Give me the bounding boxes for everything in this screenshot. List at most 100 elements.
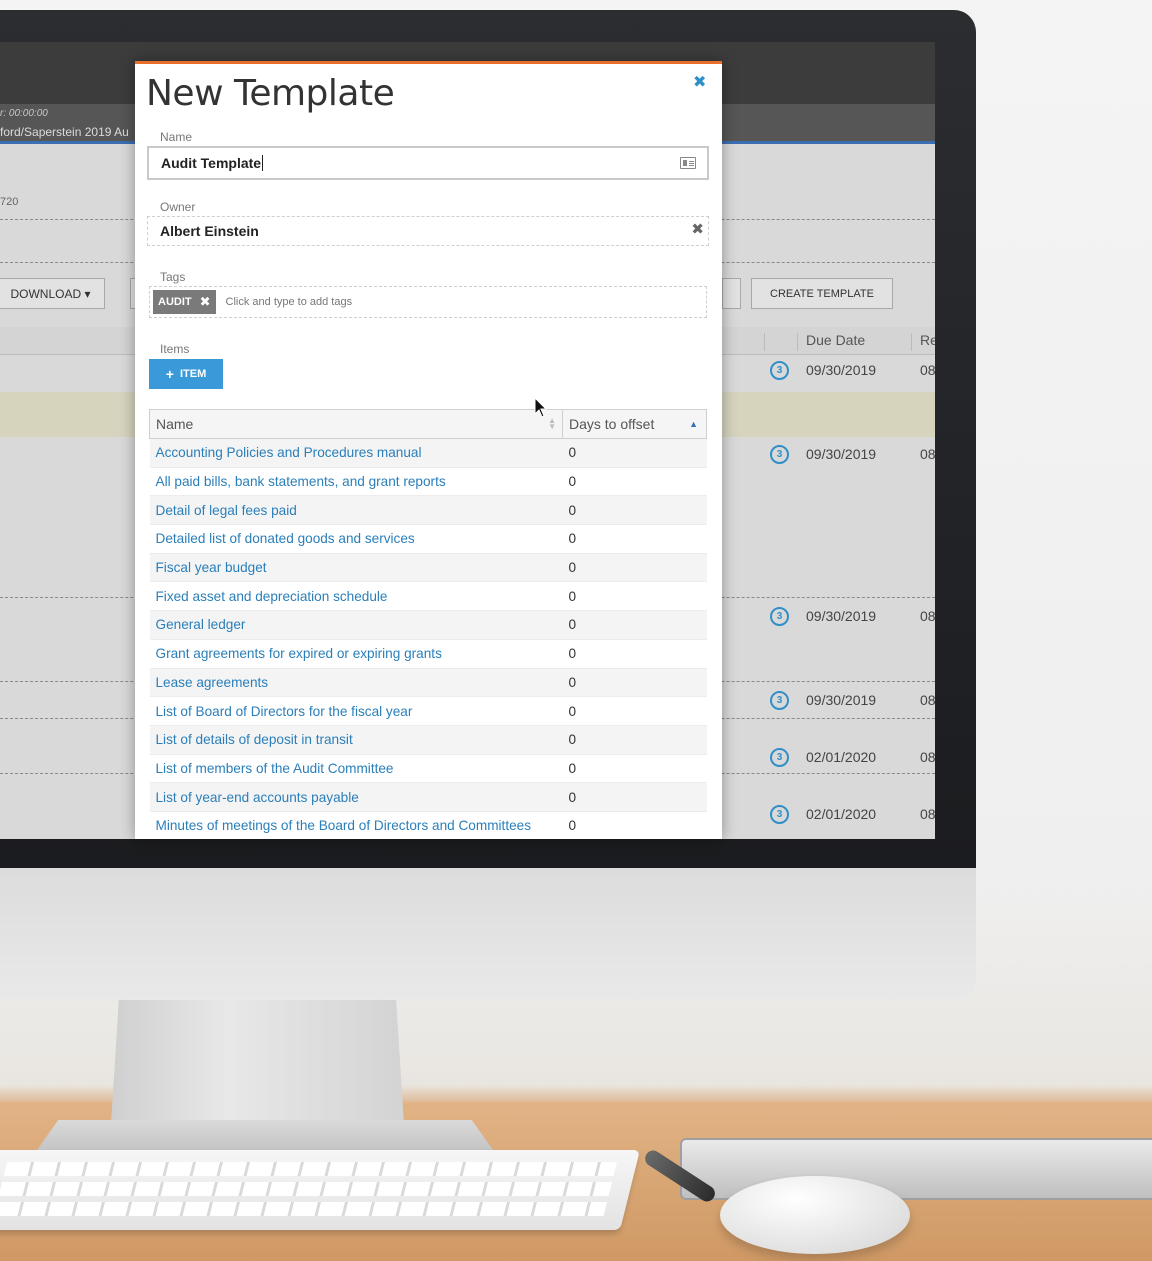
count-badge: 3 [770, 360, 789, 380]
download-button[interactable]: DOWNLOAD ▾ [0, 278, 105, 309]
timer-text: r: 00:00:00 [0, 108, 48, 119]
item-days-offset: 0 [562, 782, 707, 812]
table-row[interactable]: Grant agreements for expired or expiring… [149, 639, 707, 669]
tag-chip-label: AUDIT [158, 296, 192, 308]
item-name-link[interactable]: List of Board of Directors for the fisca… [149, 696, 563, 726]
item-name-link[interactable]: Minutes of meetings of the Board of Dire… [149, 811, 563, 839]
owner-field[interactable]: Albert Einstein ✖ [147, 216, 709, 246]
owner-value: Albert Einstein [160, 223, 259, 239]
table-row[interactable]: Fiscal year budget 0 [149, 553, 707, 583]
text-caret [262, 155, 264, 171]
item-days-offset: 0 [562, 811, 707, 839]
re-value: 08 [920, 362, 935, 378]
table-header-row: Name ▲ ▼ Days to offset ▲ [149, 409, 707, 439]
name-input-value: Audit Template [161, 155, 262, 171]
item-name-link[interactable]: Fixed asset and depreciation schedule [149, 581, 563, 612]
column-divider [911, 333, 912, 351]
monitor-stand-neck [110, 1000, 405, 1140]
re-value: 08 [920, 608, 935, 624]
add-item-button[interactable]: + ITEM [149, 359, 223, 389]
column-header-name[interactable]: Name ▲ ▼ [149, 409, 563, 439]
item-name-link[interactable]: Detail of legal fees paid [149, 495, 563, 526]
name-input[interactable]: Audit Template [147, 146, 709, 180]
table-row[interactable]: 3 09/30/2019 08 [760, 444, 935, 464]
due-date: 09/30/2019 [806, 362, 877, 378]
modal-title: New Template [146, 73, 395, 114]
re-value: 08 [920, 749, 935, 765]
column-header-days-label: Days to offset [569, 416, 655, 432]
toolbar-button[interactable] [722, 278, 741, 309]
table-row[interactable]: General ledger 0 [149, 610, 707, 640]
mouse [720, 1176, 910, 1254]
client-number: 720 [0, 196, 19, 208]
clear-owner-icon[interactable]: ✖ [691, 220, 704, 238]
item-name-link[interactable]: Accounting Policies and Procedures manua… [149, 438, 563, 468]
table-row[interactable]: All paid bills, bank statements, and gra… [149, 467, 707, 497]
count-badge: 3 [770, 690, 789, 710]
contact-card-icon[interactable] [680, 157, 696, 169]
item-name-link[interactable]: General ledger [149, 610, 563, 640]
column-header-name-label: Name [156, 416, 194, 432]
keyboard-key-row [0, 1182, 612, 1196]
count-badge: 3 [770, 444, 789, 464]
column-divider [797, 333, 798, 351]
mouse-pointer-icon [534, 397, 548, 418]
due-date: 09/30/2019 [806, 692, 877, 708]
item-name-link[interactable]: List of members of the Audit Committee [149, 754, 563, 784]
table-row[interactable]: Detail of legal fees paid 0 [149, 495, 707, 526]
engagement-name: ford/Saperstein 2019 Au [0, 125, 129, 139]
item-name-link[interactable]: Grant agreements for expired or expiring… [149, 639, 563, 669]
item-days-offset: 0 [562, 524, 707, 554]
table-row[interactable]: 3 02/01/2020 08 [760, 804, 935, 824]
due-date: 09/30/2019 [806, 446, 877, 462]
item-name-link[interactable]: Fiscal year budget [149, 553, 563, 583]
item-days-offset: 0 [562, 610, 707, 640]
column-divider [764, 333, 765, 351]
column-header-due-date[interactable]: Due Date [806, 332, 865, 348]
item-name-link[interactable]: All paid bills, bank statements, and gra… [149, 467, 563, 497]
monitor-chin [0, 868, 976, 1001]
tag-chip[interactable]: AUDIT ✖ [153, 290, 216, 314]
item-days-offset: 0 [562, 581, 707, 612]
table-row[interactable]: List of members of the Audit Committee 0 [149, 754, 707, 784]
item-name-link[interactable]: List of year-end accounts payable [149, 782, 563, 812]
tags-label: Tags [160, 270, 186, 284]
item-days-offset: 0 [562, 668, 707, 698]
item-days-offset: 0 [562, 495, 707, 526]
name-label: Name [160, 130, 193, 144]
table-row[interactable]: Lease agreements 0 [149, 668, 707, 698]
table-row[interactable]: 3 02/01/2020 08 [760, 747, 935, 767]
item-days-offset: 0 [562, 438, 707, 468]
due-date: 02/01/2020 [806, 806, 877, 822]
re-value: 08 [920, 446, 935, 462]
table-row[interactable]: List of year-end accounts payable 0 [149, 782, 707, 812]
table-row[interactable]: 3 09/30/2019 08 [760, 606, 935, 626]
keyboard [0, 1150, 640, 1230]
table-row[interactable]: List of details of deposit in transit 0 [149, 725, 707, 755]
table-row[interactable]: Detailed list of donated goods and servi… [149, 524, 707, 554]
table-row[interactable]: Minutes of meetings of the Board of Dire… [149, 811, 707, 839]
tags-placeholder: Click and type to add tags [225, 296, 353, 308]
items-label: Items [160, 342, 190, 356]
column-header-days-to-offset[interactable]: Days to offset ▲ [562, 409, 707, 439]
count-badge: 3 [770, 747, 789, 767]
create-template-button[interactable]: CREATE TEMPLATE [751, 278, 893, 309]
close-icon[interactable]: ✖ [693, 72, 706, 92]
table-row[interactable]: 3 09/30/2019 08 [760, 690, 935, 710]
item-name-link[interactable]: Lease agreements [149, 668, 563, 698]
keyboard-key-row [0, 1202, 608, 1216]
remove-tag-icon[interactable]: ✖ [200, 294, 211, 310]
sort-icon: ▲ ▼ [548, 416, 556, 431]
table-row[interactable]: 3 09/30/2019 08 [760, 360, 935, 380]
table-row[interactable]: Fixed asset and depreciation schedule 0 [149, 581, 707, 612]
column-header-re[interactable]: Re [920, 332, 935, 348]
item-name-link[interactable]: List of details of deposit in transit [149, 725, 563, 755]
item-name-link[interactable]: Detailed list of donated goods and servi… [149, 524, 563, 554]
table-row[interactable]: Accounting Policies and Procedures manua… [149, 438, 707, 468]
sort-ascending-icon: ▲ [689, 419, 698, 429]
item-days-offset: 0 [562, 725, 707, 755]
tags-input[interactable]: AUDIT ✖ Click and type to add tags [149, 286, 707, 318]
item-days-offset: 0 [562, 467, 707, 497]
table-row[interactable]: List of Board of Directors for the fisca… [149, 696, 707, 726]
new-template-modal: New Template ✖ Name Audit Template Owner… [135, 61, 722, 839]
